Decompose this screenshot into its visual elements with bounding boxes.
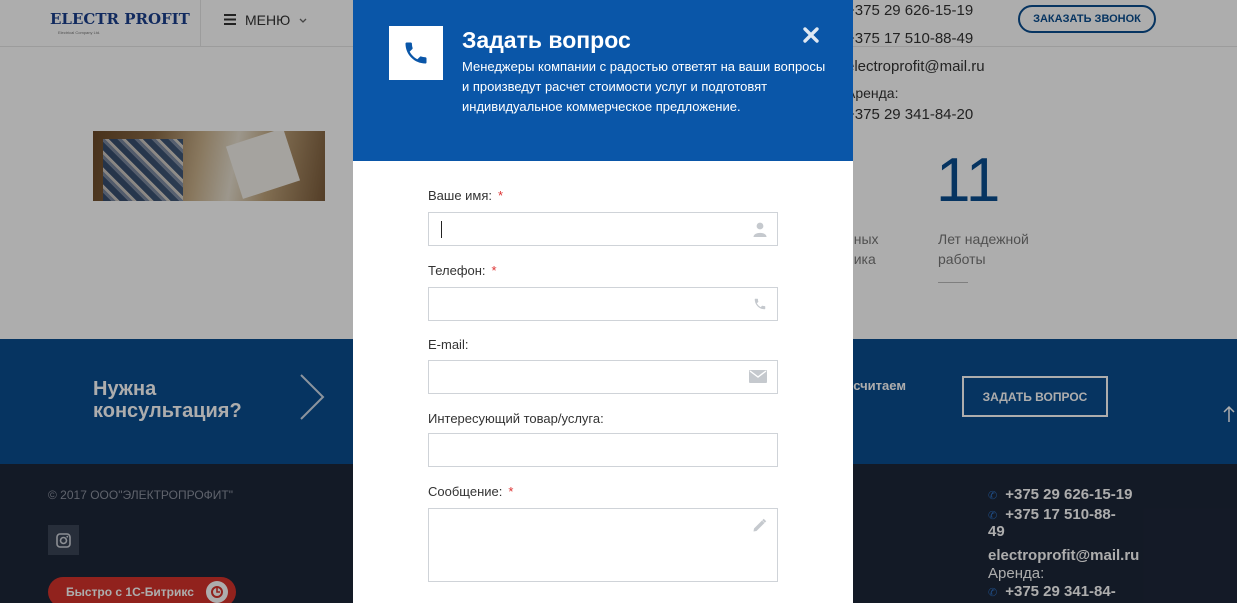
message-label: Сообщение: * xyxy=(428,484,513,499)
close-icon[interactable] xyxy=(800,24,822,46)
name-label: Ваше имя: * xyxy=(428,188,503,203)
modal-description: Менеджеры компании с радостью ответят на… xyxy=(462,59,826,114)
message-label-text: Сообщение: xyxy=(428,484,503,499)
pencil-icon xyxy=(752,518,767,538)
text-caret xyxy=(441,221,442,238)
phone-label: Телефон: * xyxy=(428,263,497,278)
email-label-text: E-mail: xyxy=(428,337,469,352)
email-input[interactable] xyxy=(428,360,778,394)
user-icon xyxy=(753,222,767,242)
ask-question-modal: Задать вопрос Менеджеры компании с радос… xyxy=(353,0,853,603)
product-label: Интересующий товар/услуга: xyxy=(428,411,604,426)
message-textarea[interactable] xyxy=(428,508,778,582)
phone-label-text: Телефон: xyxy=(428,263,486,278)
email-label: E-mail: xyxy=(428,337,468,352)
name-input[interactable] xyxy=(428,212,778,246)
modal-header: Задать вопрос Менеджеры компании с радос… xyxy=(353,0,853,161)
phone-input[interactable] xyxy=(428,287,778,321)
page: ELECTR PROFIT Electrical Company Ltd. МЕ… xyxy=(0,0,1237,603)
required-mark: * xyxy=(508,484,514,499)
modal-title: Задать вопрос xyxy=(462,27,631,53)
required-mark: * xyxy=(491,263,497,278)
product-label-text: Интересующий товар/услуга: xyxy=(428,411,604,426)
product-input[interactable] xyxy=(428,433,778,467)
name-label-text: Ваше имя: xyxy=(428,188,493,203)
envelope-icon xyxy=(749,370,767,388)
phone-icon xyxy=(389,26,443,80)
phone-icon xyxy=(753,297,767,316)
required-mark: * xyxy=(498,188,504,203)
